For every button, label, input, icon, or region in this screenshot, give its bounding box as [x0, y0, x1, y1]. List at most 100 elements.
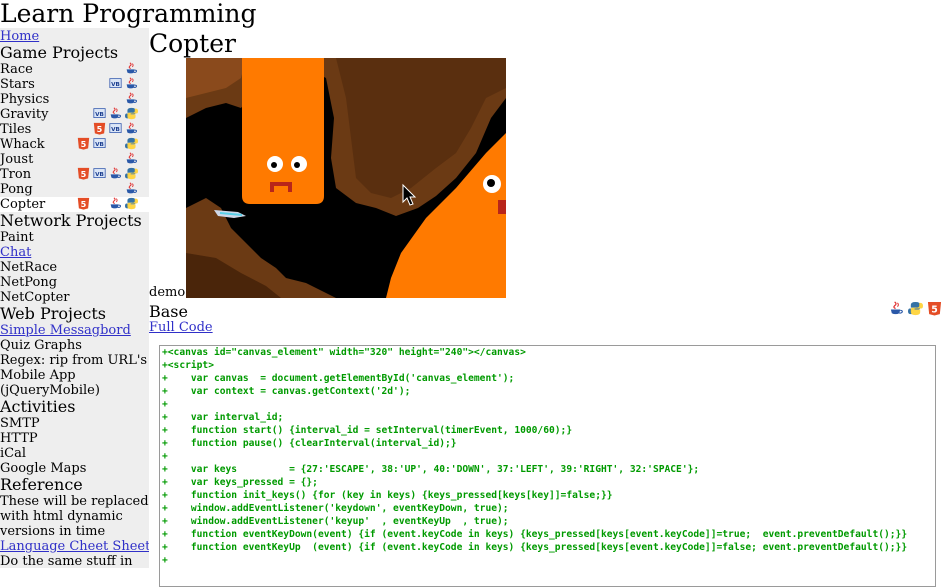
vb-icon[interactable]: VB: [93, 137, 106, 150]
code-line: + var keys_pressed = {};: [162, 477, 318, 488]
sidebar-item-stars[interactable]: Stars VB: [0, 77, 149, 92]
code-lines: +<canvas id="canvas_element" width="320"…: [160, 346, 935, 567]
svg-text:5: 5: [81, 169, 87, 179]
sidebar-item-label: Joust: [0, 152, 34, 167]
cheatsheet-link[interactable]: Language Cheet Sheet: [0, 539, 149, 554]
sidebar-item-copter[interactable]: Copter 5: [0, 197, 149, 212]
language-icons: [122, 152, 142, 167]
svg-text:5: 5: [931, 304, 938, 315]
language-icons: VB: [106, 77, 142, 92]
network-projects-heading: Network Projects: [0, 211, 142, 230]
language-icons: [122, 62, 142, 77]
java-icon[interactable]: [889, 301, 904, 316]
java-icon[interactable]: [125, 77, 138, 90]
java-icon[interactable]: [109, 167, 122, 180]
code-line: +<script>: [162, 360, 214, 371]
activities-heading: Activities: [0, 397, 76, 416]
language-icons: [122, 92, 142, 107]
sidebar-item-pong[interactable]: Pong: [0, 182, 149, 197]
section-language-icons: 5: [886, 300, 944, 318]
sidebar-item-label: NetPong: [0, 275, 58, 290]
sidebar-item-gravity[interactable]: Gravity VB: [0, 107, 149, 122]
code-view[interactable]: +<canvas id="canvas_element" width="320"…: [159, 345, 936, 587]
vb-icon[interactable]: VB: [93, 107, 106, 120]
sidebar-item-label: Stars: [0, 77, 35, 92]
messageboard-link[interactable]: Simple Messagbord: [0, 323, 131, 338]
sidebar-item-regex: Regex: rip from URL's: [0, 353, 149, 368]
reference-heading: Reference: [0, 475, 83, 494]
code-line: + window.addEventListener('keyup' , even…: [162, 516, 509, 527]
sidebar-item-label: Regex: rip from URL's: [0, 353, 148, 368]
language-icons: 5 VB: [90, 122, 142, 137]
html5-icon[interactable]: 5: [77, 167, 90, 180]
java-icon[interactable]: [109, 107, 122, 120]
svg-text:VB: VB: [111, 127, 120, 133]
sidebar-item-joust[interactable]: Joust: [0, 152, 149, 167]
language-icons: 5: [74, 197, 142, 212]
sidebar-item-label: Paint: [0, 230, 34, 245]
svg-text:VB: VB: [95, 142, 104, 148]
sidebar-item-whack[interactable]: Whack 5 VB: [0, 137, 149, 152]
sidebar-item-label: iCal: [0, 446, 27, 461]
full-code-link[interactable]: Full Code: [149, 320, 213, 335]
html5-icon[interactable]: 5: [93, 122, 106, 135]
html5-icon[interactable]: 5: [927, 301, 942, 316]
java-icon[interactable]: [125, 62, 138, 75]
sidebar-item-messageboard[interactable]: Simple Messagbord: [0, 323, 149, 338]
code-line: + function pause() {clearInterval(interv…: [162, 438, 457, 449]
java-icon[interactable]: [109, 197, 122, 210]
language-icons: VB: [90, 107, 142, 122]
svg-text:VB: VB: [111, 82, 120, 88]
java-icon[interactable]: [125, 92, 138, 105]
sidebar-item-cheatsheet[interactable]: Language Cheet Sheet: [0, 539, 149, 554]
sidebar-item-race[interactable]: Race: [0, 62, 149, 77]
reference-same-note: Do the same stuff in: [0, 554, 133, 568]
sidebar-item-label: NetRace: [0, 260, 58, 275]
sidebar-item-label: HTTP: [0, 431, 38, 446]
sidebar-item-label: Physics: [0, 92, 50, 107]
sidebar-item-maps: Google Maps: [0, 461, 149, 476]
chat-link[interactable]: Chat: [0, 245, 31, 260]
sidebar-item-label: Whack: [0, 137, 45, 152]
copter-game-canvas[interactable]: [186, 58, 506, 298]
svg-text:VB: VB: [95, 172, 104, 178]
vb-icon[interactable]: VB: [109, 122, 122, 135]
code-line: +: [162, 555, 168, 566]
sidebar-item-quiz: Quiz Graphs: [0, 338, 149, 353]
python-icon[interactable]: [125, 137, 138, 150]
sidebar-item-physics[interactable]: Physics: [0, 92, 149, 107]
web-projects-heading: Web Projects: [0, 304, 107, 323]
vb-icon[interactable]: VB: [93, 167, 106, 180]
main-content: Copter demo Base Full Code 5 +<canvas id…: [149, 28, 944, 587]
python-icon[interactable]: [125, 197, 138, 210]
sidebar-item-tiles[interactable]: Tiles 5 VB: [0, 122, 149, 137]
sidebar-item-label: Google Maps: [0, 461, 87, 476]
html5-icon[interactable]: 5: [77, 197, 90, 210]
python-icon[interactable]: [125, 107, 138, 120]
sidebar-item-label: Quiz Graphs: [0, 338, 82, 353]
language-icons: [122, 182, 142, 197]
code-line: +<canvas id="canvas_element" width="320"…: [162, 347, 526, 358]
python-icon[interactable]: [908, 301, 923, 316]
code-line: +: [162, 451, 168, 462]
svg-text:5: 5: [81, 139, 87, 149]
python-icon[interactable]: [125, 167, 138, 180]
code-line: + var canvas = document.getElementById('…: [162, 373, 515, 384]
sidebar-item-label: Tron: [0, 167, 32, 182]
code-line: +: [162, 399, 168, 410]
code-line: + var keys = {27:'ESCAPE', 38:'UP', 40:'…: [162, 464, 700, 475]
sidebar-item-tron[interactable]: Tron 5 VB: [0, 167, 149, 182]
vb-icon[interactable]: VB: [109, 77, 122, 90]
java-icon[interactable]: [125, 182, 138, 195]
java-icon[interactable]: [125, 152, 138, 165]
sidebar-item-http: HTTP: [0, 431, 149, 446]
sidebar-item-paint: Paint: [0, 230, 149, 245]
sidebar-item-label: NetCopter: [0, 290, 70, 305]
sidebar-item-label: Copter: [0, 197, 46, 212]
code-line: + var context = canvas.getContext('2d');: [162, 386, 411, 397]
code-line: + function init_keys() {for (key in keys…: [162, 490, 613, 501]
sidebar-item-chat[interactable]: Chat: [0, 245, 149, 260]
home-link[interactable]: Home: [0, 29, 39, 44]
java-icon[interactable]: [125, 122, 138, 135]
html5-icon[interactable]: 5: [77, 137, 90, 150]
